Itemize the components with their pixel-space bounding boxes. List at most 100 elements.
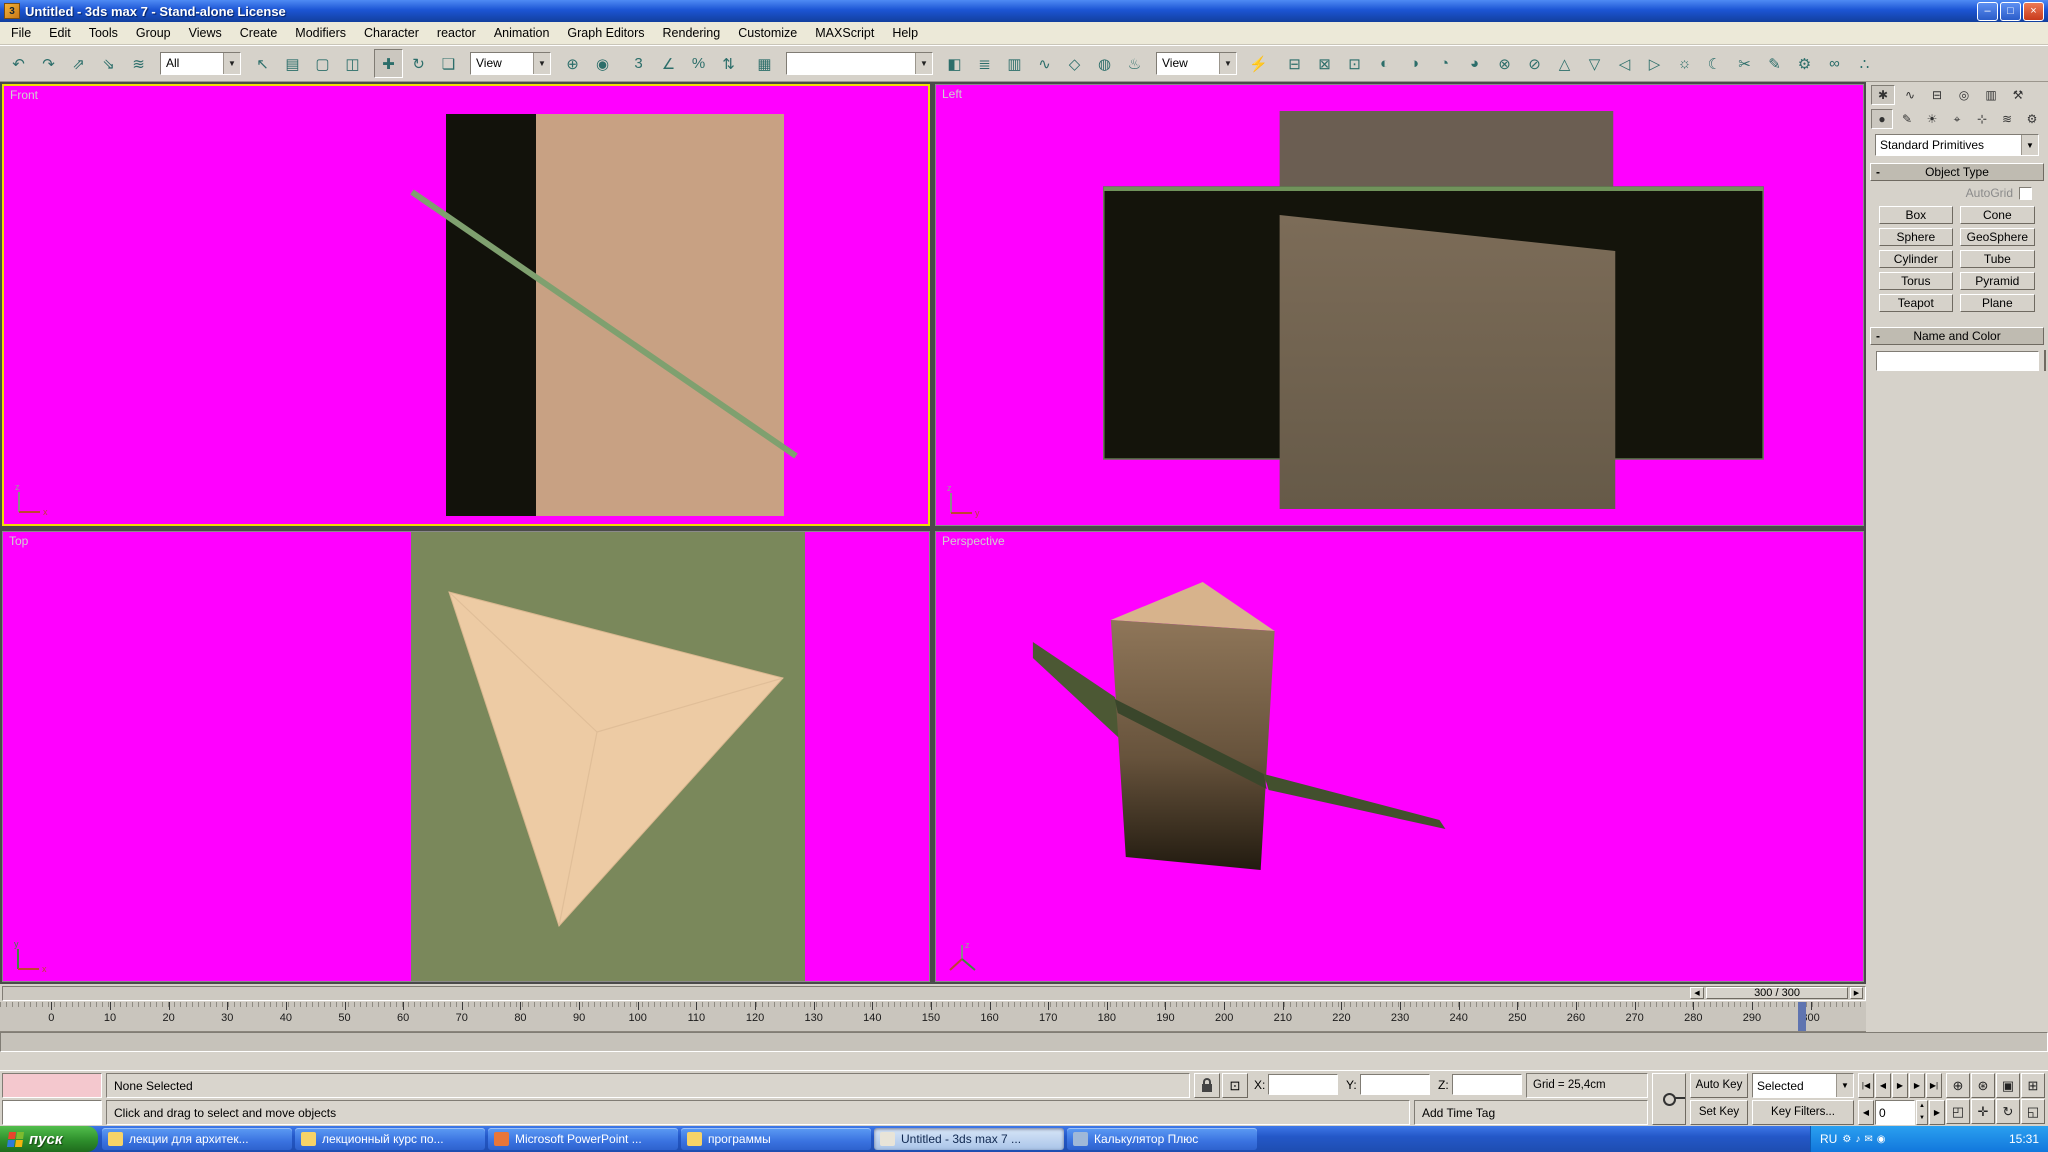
- extra-tool-19-icon[interactable]: ∞: [1820, 49, 1849, 78]
- start-button[interactable]: пуск: [0, 1126, 98, 1152]
- key-filters-button[interactable]: Key Filters...: [1752, 1100, 1854, 1125]
- absolute-offset-mode-toggle[interactable]: ⊡: [1222, 1073, 1248, 1098]
- window-crossing-icon[interactable]: ◫: [338, 49, 367, 78]
- maxscript-mini-listener-macro[interactable]: [2, 1073, 102, 1098]
- angle-snap-icon[interactable]: ∠: [654, 49, 683, 78]
- go-to-end-button[interactable]: ▶|: [1926, 1073, 1942, 1098]
- object-name-input[interactable]: [1876, 351, 2039, 371]
- go-to-start-button[interactable]: |◀: [1858, 1073, 1874, 1098]
- extra-tool-18-icon[interactable]: ⚙: [1790, 49, 1819, 78]
- extra-tool-16-icon[interactable]: ✂: [1730, 49, 1759, 78]
- x-coordinate-field[interactable]: [1268, 1074, 1338, 1095]
- pyramid-object-front[interactable]: [1280, 215, 1616, 509]
- next-frame-button[interactable]: ▶: [1909, 1073, 1925, 1098]
- menu-item[interactable]: Modifiers: [286, 23, 355, 43]
- mirror-icon[interactable]: ◧: [940, 49, 969, 78]
- extra-tool-15-icon[interactable]: ☾: [1700, 49, 1729, 78]
- object-type-button[interactable]: Plane: [1960, 294, 2035, 312]
- auto-key-toggle[interactable]: Auto Key: [1690, 1073, 1748, 1098]
- menu-item[interactable]: Animation: [485, 23, 559, 43]
- viewport-label[interactable]: Left: [942, 87, 962, 101]
- key-step-next-button[interactable]: ▶: [1929, 1100, 1945, 1125]
- unlink-selection-icon[interactable]: ⇘: [94, 49, 123, 78]
- extra-tool-5-icon[interactable]: ◑: [1400, 49, 1429, 78]
- rectangular-selection-region-icon[interactable]: ▢: [308, 49, 337, 78]
- extra-tool-13-icon[interactable]: ▷: [1640, 49, 1669, 78]
- object-type-button[interactable]: GeoSphere: [1960, 228, 2035, 246]
- extra-tool-12-icon[interactable]: ◁: [1610, 49, 1639, 78]
- taskbar-item[interactable]: Калькулятор Плюс: [1067, 1128, 1257, 1150]
- maximize-viewport-toggle-icon[interactable]: ◱: [2021, 1099, 2045, 1124]
- taskbar-item[interactable]: Untitled - 3ds max 7 ...: [874, 1128, 1064, 1150]
- extra-tool-8-icon[interactable]: ⊗: [1490, 49, 1519, 78]
- extra-tool-11-icon[interactable]: ▽: [1580, 49, 1609, 78]
- menu-item[interactable]: Views: [180, 23, 231, 43]
- snap-toggle-icon[interactable]: 3: [624, 49, 653, 78]
- menu-item[interactable]: Character: [355, 23, 428, 43]
- tray-settings-icon[interactable]: ⚙: [1842, 1134, 1851, 1145]
- current-frame-field[interactable]: [1875, 1100, 1915, 1125]
- pan-icon[interactable]: ✛: [1971, 1099, 1995, 1124]
- named-selection-set-dropdown[interactable]: ▼: [786, 52, 933, 75]
- zoom-extents-all-icon[interactable]: ⊞: [2021, 1073, 2045, 1098]
- menu-item[interactable]: Tools: [80, 23, 127, 43]
- align-icon[interactable]: ≣: [970, 49, 999, 78]
- menu-item[interactable]: Create: [231, 23, 287, 43]
- previous-frame-button[interactable]: ◀: [1875, 1073, 1891, 1098]
- zoom-region-icon[interactable]: ◰: [1946, 1099, 1970, 1124]
- use-pivot-point-center-icon[interactable]: ⊕: [558, 49, 587, 78]
- menu-item[interactable]: Rendering: [654, 23, 730, 43]
- arc-rotate-icon[interactable]: ↻: [1996, 1099, 2020, 1124]
- select-object-icon[interactable]: ↖: [248, 49, 277, 78]
- extra-tool-17-icon[interactable]: ✎: [1760, 49, 1789, 78]
- menu-item[interactable]: Edit: [40, 23, 80, 43]
- object-type-button[interactable]: Tube: [1960, 250, 2035, 268]
- extra-tool-4-icon[interactable]: ◐: [1370, 49, 1399, 78]
- quick-render-icon[interactable]: ⚡: [1244, 49, 1273, 78]
- current-frame-marker[interactable]: [1798, 1002, 1806, 1031]
- extra-tool-20-icon[interactable]: ∴: [1850, 49, 1879, 78]
- pyramid-object-dark-face[interactable]: [446, 114, 536, 516]
- viewport-label[interactable]: Perspective: [942, 534, 1005, 548]
- select-and-scale-icon[interactable]: ❏: [434, 49, 463, 78]
- hierarchy-tab-icon[interactable]: ⊟: [1925, 85, 1949, 105]
- cameras-category-icon[interactable]: ⌖: [1946, 109, 1968, 129]
- taskbar-item[interactable]: лекции для архитек...: [102, 1128, 292, 1150]
- language-indicator[interactable]: RU: [1820, 1132, 1837, 1146]
- helpers-category-icon[interactable]: ⊹: [1971, 109, 1993, 129]
- track-bar[interactable]: [0, 1032, 2048, 1052]
- object-type-rollout-header[interactable]: - Object Type: [1870, 163, 2044, 181]
- object-type-button[interactable]: Box: [1879, 206, 1953, 224]
- extra-tool-2-icon[interactable]: ⊠: [1310, 49, 1339, 78]
- z-coordinate-field[interactable]: [1452, 1074, 1522, 1095]
- shapes-category-icon[interactable]: ✎: [1896, 109, 1918, 129]
- layer-manager-icon[interactable]: ▥: [1000, 49, 1029, 78]
- menu-item[interactable]: Customize: [729, 23, 806, 43]
- autogrid-checkbox[interactable]: [2019, 187, 2032, 200]
- primitives-category-dropdown[interactable]: Standard Primitives ▼: [1875, 134, 2039, 156]
- object-type-button[interactable]: Pyramid: [1960, 272, 2035, 290]
- viewport-front[interactable]: Front z x: [2, 84, 930, 526]
- systems-category-icon[interactable]: ⚙: [2021, 109, 2043, 129]
- extra-tool-1-icon[interactable]: ⊟: [1280, 49, 1309, 78]
- menu-item[interactable]: reactor: [428, 23, 485, 43]
- extra-tool-10-icon[interactable]: △: [1550, 49, 1579, 78]
- display-tab-icon[interactable]: ▥: [1979, 85, 2003, 105]
- menu-item[interactable]: File: [2, 23, 40, 43]
- maximize-button[interactable]: □: [2000, 2, 2021, 21]
- zoom-all-icon[interactable]: ⊛: [1971, 1073, 1995, 1098]
- select-and-link-icon[interactable]: ⇗: [64, 49, 93, 78]
- select-and-manipulate-icon[interactable]: ◉: [588, 49, 617, 78]
- key-mode-dropdown[interactable]: Selected ▼: [1752, 1073, 1854, 1098]
- lights-category-icon[interactable]: ☀: [1921, 109, 1943, 129]
- schematic-view-icon[interactable]: ◇: [1060, 49, 1089, 78]
- object-type-button[interactable]: Cone: [1960, 206, 2035, 224]
- viewport-label[interactable]: Top: [9, 534, 28, 548]
- selection-lock-toggle[interactable]: [1194, 1073, 1220, 1098]
- percent-snap-icon[interactable]: %: [684, 49, 713, 78]
- clock[interactable]: 15:31: [2009, 1132, 2039, 1146]
- minimize-button[interactable]: –: [1977, 2, 1998, 21]
- menu-item[interactable]: MAXScript: [806, 23, 883, 43]
- tray-status-icon[interactable]: ◉: [1877, 1134, 1886, 1145]
- time-slider-next-button[interactable]: ▶: [1850, 987, 1863, 999]
